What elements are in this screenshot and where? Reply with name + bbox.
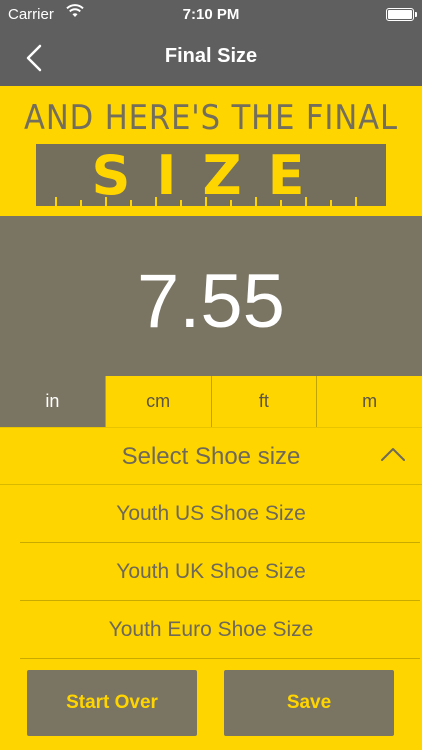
option-label: Youth Euro Shoe Size — [108, 618, 314, 641]
status-bar: Carrier 7:10 PM — [0, 0, 422, 30]
battery-icon — [386, 8, 417, 21]
chevron-up-icon[interactable] — [380, 446, 406, 462]
option-label: Youth UK Shoe Size — [116, 560, 306, 583]
page-title: Final Size — [164, 45, 258, 67]
hero-banner: AND HERE'S THE FINAL SIZE — [0, 86, 422, 216]
hero-size-word: SIZE — [36, 144, 386, 206]
unit-tab-in[interactable]: in — [0, 376, 105, 427]
shoe-size-dropdown[interactable]: Select Shoe size — [0, 427, 422, 485]
hero-heading: AND HERE'S THE FINAL — [24, 98, 398, 138]
unit-tab-m[interactable]: m — [316, 376, 422, 427]
unit-tab-cm[interactable]: cm — [104, 376, 211, 427]
nav-bar: Final Size — [0, 30, 422, 86]
option-youth-euro[interactable]: Youth Euro Shoe Size — [20, 601, 420, 659]
start-over-button[interactable]: Start Over — [27, 670, 197, 736]
result-value: 7.55 — [137, 259, 285, 344]
save-button[interactable]: Save — [224, 670, 394, 736]
dropdown-label: Select Shoe size — [121, 443, 301, 470]
option-label: Youth US Shoe Size — [116, 502, 306, 525]
status-time: 7:10 PM — [182, 6, 240, 23]
option-youth-uk[interactable]: Youth UK Shoe Size — [20, 543, 420, 601]
option-youth-us[interactable]: Youth US Shoe Size — [20, 485, 420, 543]
result-panel: 7.55 — [0, 216, 422, 376]
hero-size-text: SIZE — [91, 144, 330, 206]
unit-tabs: in cm ft m — [0, 376, 422, 427]
unit-tab-ft[interactable]: ft — [210, 376, 317, 427]
